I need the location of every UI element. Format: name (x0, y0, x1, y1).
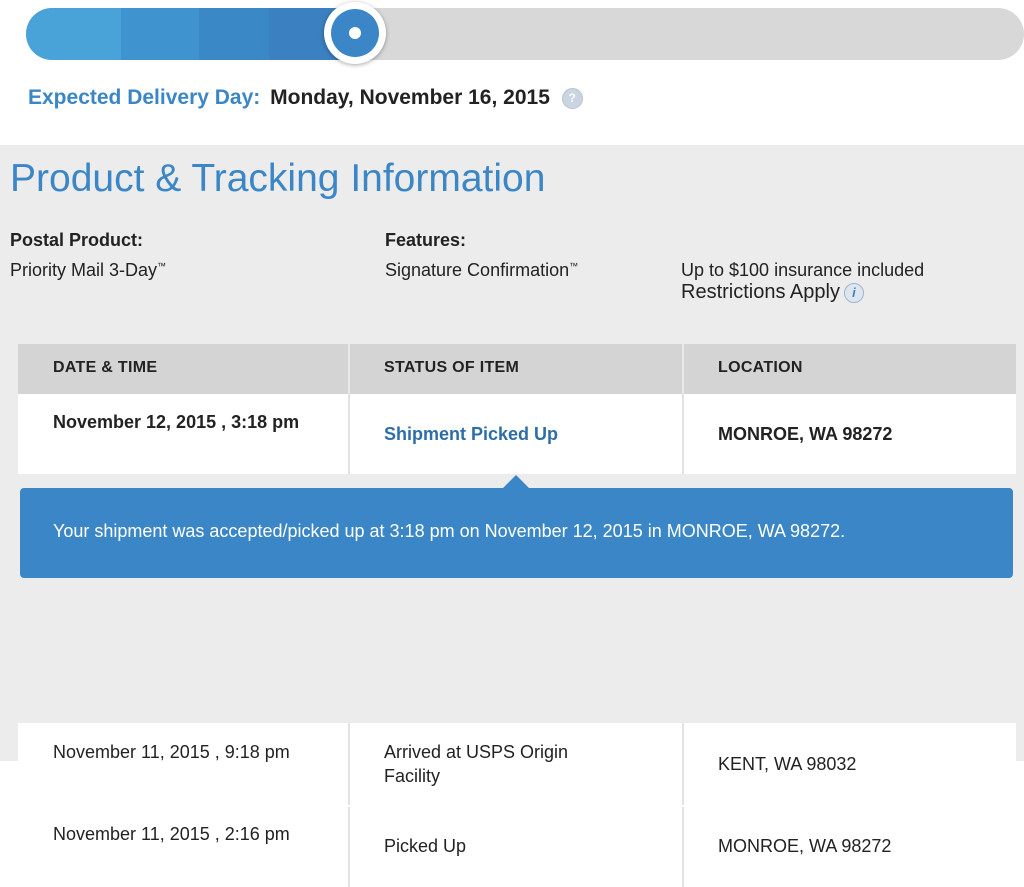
progress-segment (121, 8, 199, 60)
row-location: KENT, WA 98032 (718, 754, 857, 774)
progress-fill (26, 8, 366, 60)
expected-delivery: Expected Delivery Day: Monday, November … (28, 86, 583, 110)
table-row[interactable]: November 11, 2015 , 9:18 pm Arrived at U… (18, 723, 1016, 805)
row-status: Shipment Picked Up (384, 424, 559, 444)
progress-segment (199, 8, 269, 60)
progress-marker (324, 2, 386, 64)
status-detail-text: Your shipment was accepted/picked up at … (53, 521, 846, 541)
restrictions-apply: Restrictions Apply i (681, 281, 864, 304)
row-date: November 11, 2015 , 2:16 pm (53, 824, 290, 844)
status-detail-banner: Your shipment was accepted/picked up at … (20, 488, 1013, 578)
row-status: Picked Up (384, 836, 467, 856)
trademark-mark: ™ (157, 261, 167, 271)
tracking-panel: Product & Tracking Information Postal Pr… (0, 145, 1024, 887)
table-header: DATE & TIME STATUS OF ITEM LOCATION (18, 344, 1016, 395)
postal-product-name: Priority Mail 3-Day (10, 260, 158, 280)
table-row[interactable]: November 11, 2015 , 2:16 pm Picked Up MO… (18, 807, 1016, 887)
row-status: Arrived at USPS Origin Facility (384, 742, 569, 786)
row-location: MONROE, WA 98272 (718, 424, 893, 444)
column-header-location: LOCATION (718, 359, 803, 376)
info-icon[interactable]: i (843, 282, 864, 303)
feature-insurance: Up to $100 insurance included (681, 260, 925, 280)
table-row[interactable]: November 12, 2015 , 3:18 pm Shipment Pic… (18, 394, 1016, 474)
banner-pointer (502, 475, 530, 489)
column-header-date: DATE & TIME (53, 359, 158, 376)
expected-delivery-date: Monday, November 16, 2015 (270, 86, 550, 109)
trademark-mark: ™ (569, 261, 579, 271)
restrictions-link[interactable]: Restrictions Apply (681, 281, 840, 303)
row-location: MONROE, WA 98272 (718, 836, 892, 856)
delivery-progress-bar (26, 2, 1024, 64)
progress-segment (26, 8, 121, 60)
expected-delivery-label: Expected Delivery Day: (28, 86, 261, 109)
column-header-status: STATUS OF ITEM (384, 359, 520, 376)
feature-signature: Signature Confirmation™ (385, 260, 578, 281)
feature-signature-text: Signature Confirmation (385, 260, 570, 280)
row-date: November 12, 2015 , 3:18 pm (53, 412, 300, 432)
features-label: Features: (385, 230, 467, 250)
section-title: Product & Tracking Information (10, 157, 546, 200)
row-date: November 11, 2015 , 9:18 pm (53, 742, 290, 762)
question-icon[interactable]: ? (561, 87, 583, 109)
postal-product-value: Priority Mail 3-Day™ (10, 260, 166, 281)
postal-product-label: Postal Product: (10, 230, 144, 250)
